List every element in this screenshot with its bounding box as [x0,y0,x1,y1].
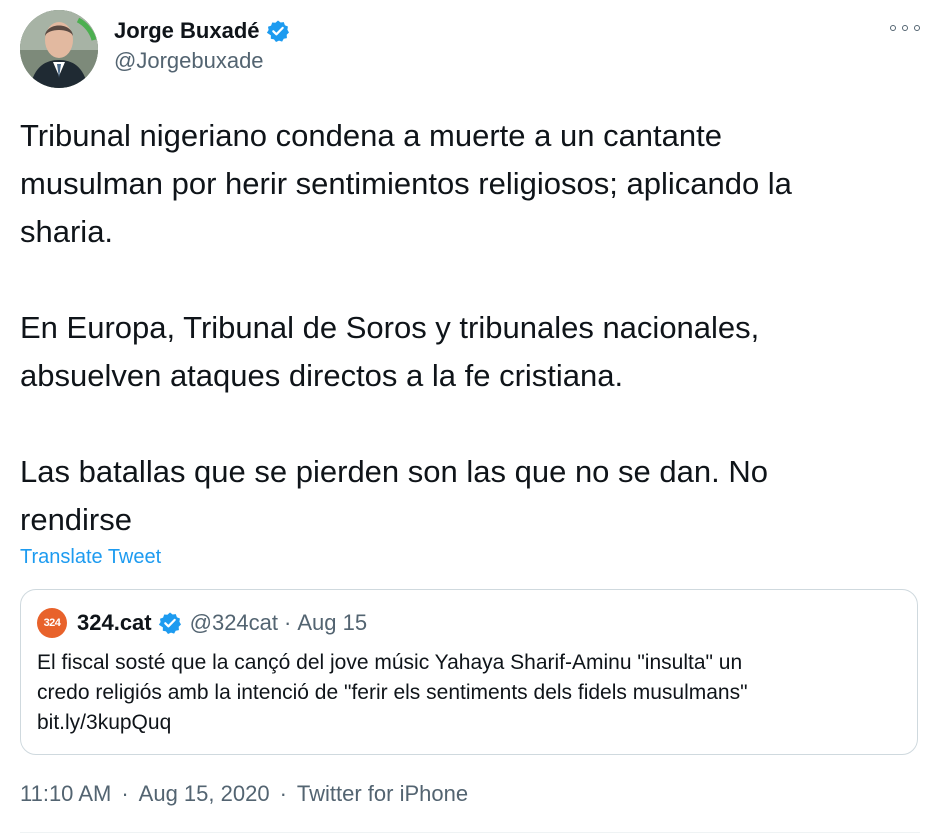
author-info: Jorge Buxadé @Jorgebuxade [114,14,290,74]
more-options-icon[interactable] [890,18,920,38]
more-dot [902,25,908,31]
quoted-tweet-header: 324 324.cat @324cat · Aug 15 [37,608,367,638]
quoted-line: credo religiós amb la intenció de "ferir… [37,681,748,704]
tweet-paragraph-3: Las batallas que se pierden son las que … [20,448,920,544]
tweet-date[interactable]: Aug 15, 2020 [139,781,270,807]
tweet-line: rendirse [20,502,132,537]
tweet-line: sharia. [20,214,114,249]
tweet-line: En Europa, Tribunal de Soros y tribunale… [20,310,760,345]
separator-dot: · [284,610,292,635]
tweet-line: Tribunal nigeriano condena a muerte a un… [20,118,722,153]
more-dot [890,25,896,31]
author-name[interactable]: Jorge Buxadé [114,18,260,44]
quoted-line: El fiscal sosté que la cançó del jove mú… [37,651,743,674]
quoted-tweet-text: El fiscal sosté que la cançó del jove mú… [37,648,897,738]
more-dot [914,25,920,31]
author-avatar[interactable] [20,10,98,88]
quoted-author-handle[interactable]: @324cat [190,610,278,636]
tweet-text: Tribunal nigeriano condena a muerte a un… [20,112,920,544]
tweet-card: Jorge Buxadé @Jorgebuxade Tribunal niger… [0,0,946,836]
tweet-line: Las batallas que se pierden son las que … [20,454,768,489]
author-handle[interactable]: @Jorgebuxade [114,48,290,74]
tweet-metadata: 11:10 AM · Aug 15, 2020 · Twitter for iP… [20,781,468,807]
tweet-line: musulman por herir sentimientos religios… [20,166,792,201]
tweet-paragraph-1: Tribunal nigeriano condena a muerte a un… [20,112,920,256]
verified-badge-icon [158,611,182,635]
quoted-avatar[interactable]: 324 [37,608,67,638]
author-name-row: Jorge Buxadé [114,14,290,48]
quoted-date[interactable]: Aug 15 [297,610,367,636]
quoted-tweet[interactable]: 324 324.cat @324cat · Aug 15 El fiscal s… [20,589,918,755]
tweet-paragraph-2: En Europa, Tribunal de Soros y tribunale… [20,304,920,400]
quoted-author-name[interactable]: 324.cat [77,610,152,636]
tweet-time[interactable]: 11:10 AM [20,781,111,807]
verified-badge-icon [266,19,290,43]
tweet-line: absuelven ataques directos a la fe crist… [20,358,624,393]
translate-tweet-link[interactable]: Translate Tweet [20,546,161,569]
quoted-link[interactable]: bit.ly/3kupQuq [37,708,897,738]
divider [20,832,920,833]
separator-dot: · [121,781,129,806]
tweet-source[interactable]: Twitter for iPhone [297,781,468,807]
separator-dot: · [279,781,287,806]
